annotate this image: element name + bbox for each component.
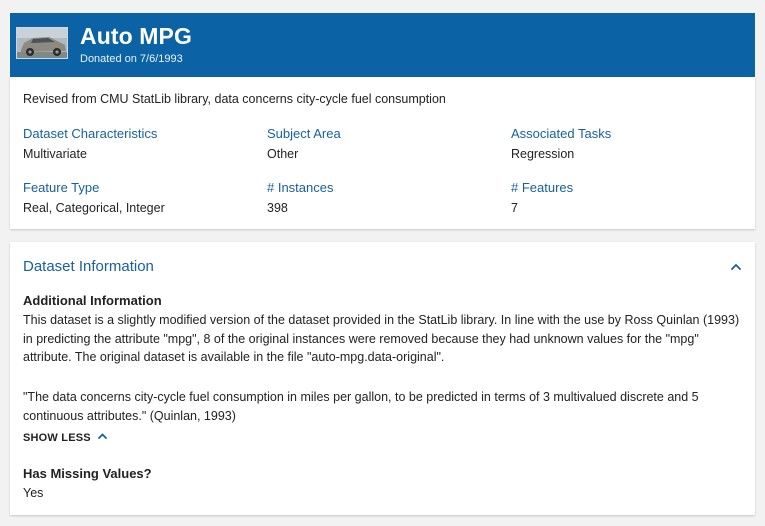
- instances-label: # Instances: [267, 180, 334, 195]
- dataset-information-title[interactable]: Dataset Information: [23, 258, 154, 275]
- chevron-up-icon: [97, 431, 108, 445]
- associated-tasks-label: Associated Tasks: [511, 126, 612, 141]
- subject-area-label: Subject Area: [267, 126, 341, 141]
- subject-area-value: Other: [267, 147, 299, 161]
- feature-type-label: Feature Type: [23, 180, 100, 195]
- dataset-header: Auto MPG Donated on 7/6/1993: [10, 13, 755, 77]
- car-photo-icon: [16, 27, 68, 59]
- feature-type-value: Real, Categorical, Integer: [23, 201, 165, 215]
- associated-tasks-value: Regression: [511, 147, 575, 161]
- additional-information-paragraph-1: This dataset is a slightly modified vers…: [23, 313, 740, 364]
- dataset-information-card: Dataset Information Additional Informati…: [10, 242, 755, 515]
- additional-information-paragraph-2: "The data concerns city-cycle fuel consu…: [23, 390, 699, 423]
- missing-values-value: Yes: [23, 486, 44, 500]
- features-value: 7: [511, 201, 518, 215]
- dataset-characteristics-value: Multivariate: [23, 147, 87, 161]
- features-label: # Features: [511, 180, 574, 195]
- dataset-characteristics-label: Dataset Characteristics: [23, 126, 158, 141]
- dataset-title: Auto MPG: [80, 23, 192, 49]
- show-less-label: SHOW LESS: [23, 432, 91, 444]
- donated-date: Donated on 7/6/1993: [80, 53, 183, 65]
- instances-value: 398: [267, 201, 288, 215]
- chevron-up-icon[interactable]: [729, 260, 743, 274]
- show-less-button[interactable]: SHOW LESS: [23, 431, 108, 445]
- dataset-description: Revised from CMU StatLib library, data c…: [23, 92, 446, 106]
- additional-information-heading: Additional Information: [23, 293, 162, 308]
- dataset-summary-card: Revised from CMU StatLib library, data c…: [10, 77, 755, 229]
- missing-values-heading: Has Missing Values?: [23, 466, 152, 481]
